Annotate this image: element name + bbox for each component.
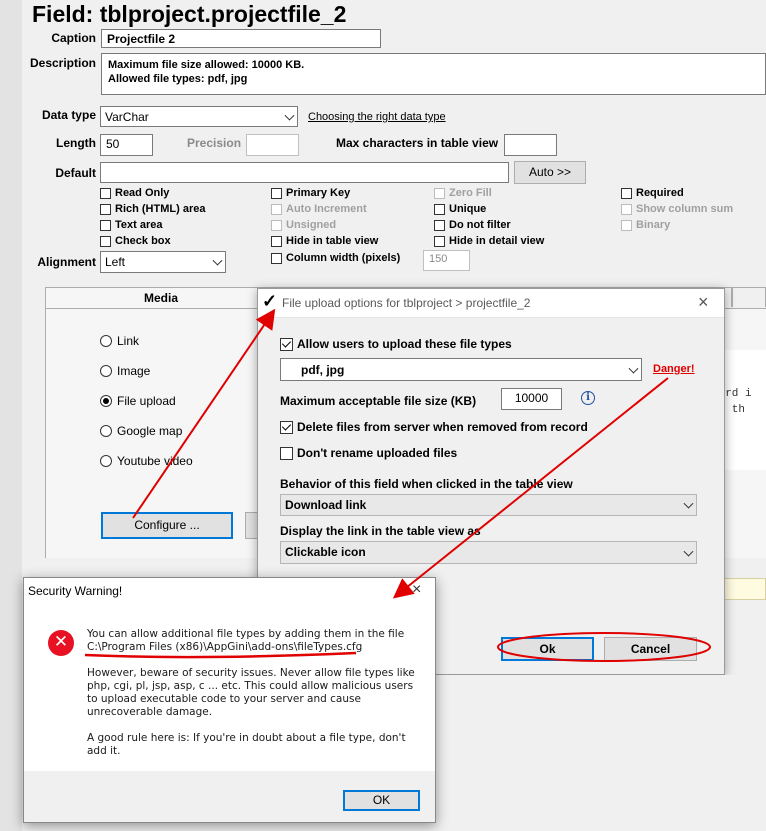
red-ellipse-ok xyxy=(497,632,711,662)
red-arrow-to-dialog xyxy=(132,308,276,519)
red-arrow-to-warning xyxy=(392,377,669,599)
annotation-overlay xyxy=(84,308,711,662)
red-underline-path xyxy=(84,651,357,659)
